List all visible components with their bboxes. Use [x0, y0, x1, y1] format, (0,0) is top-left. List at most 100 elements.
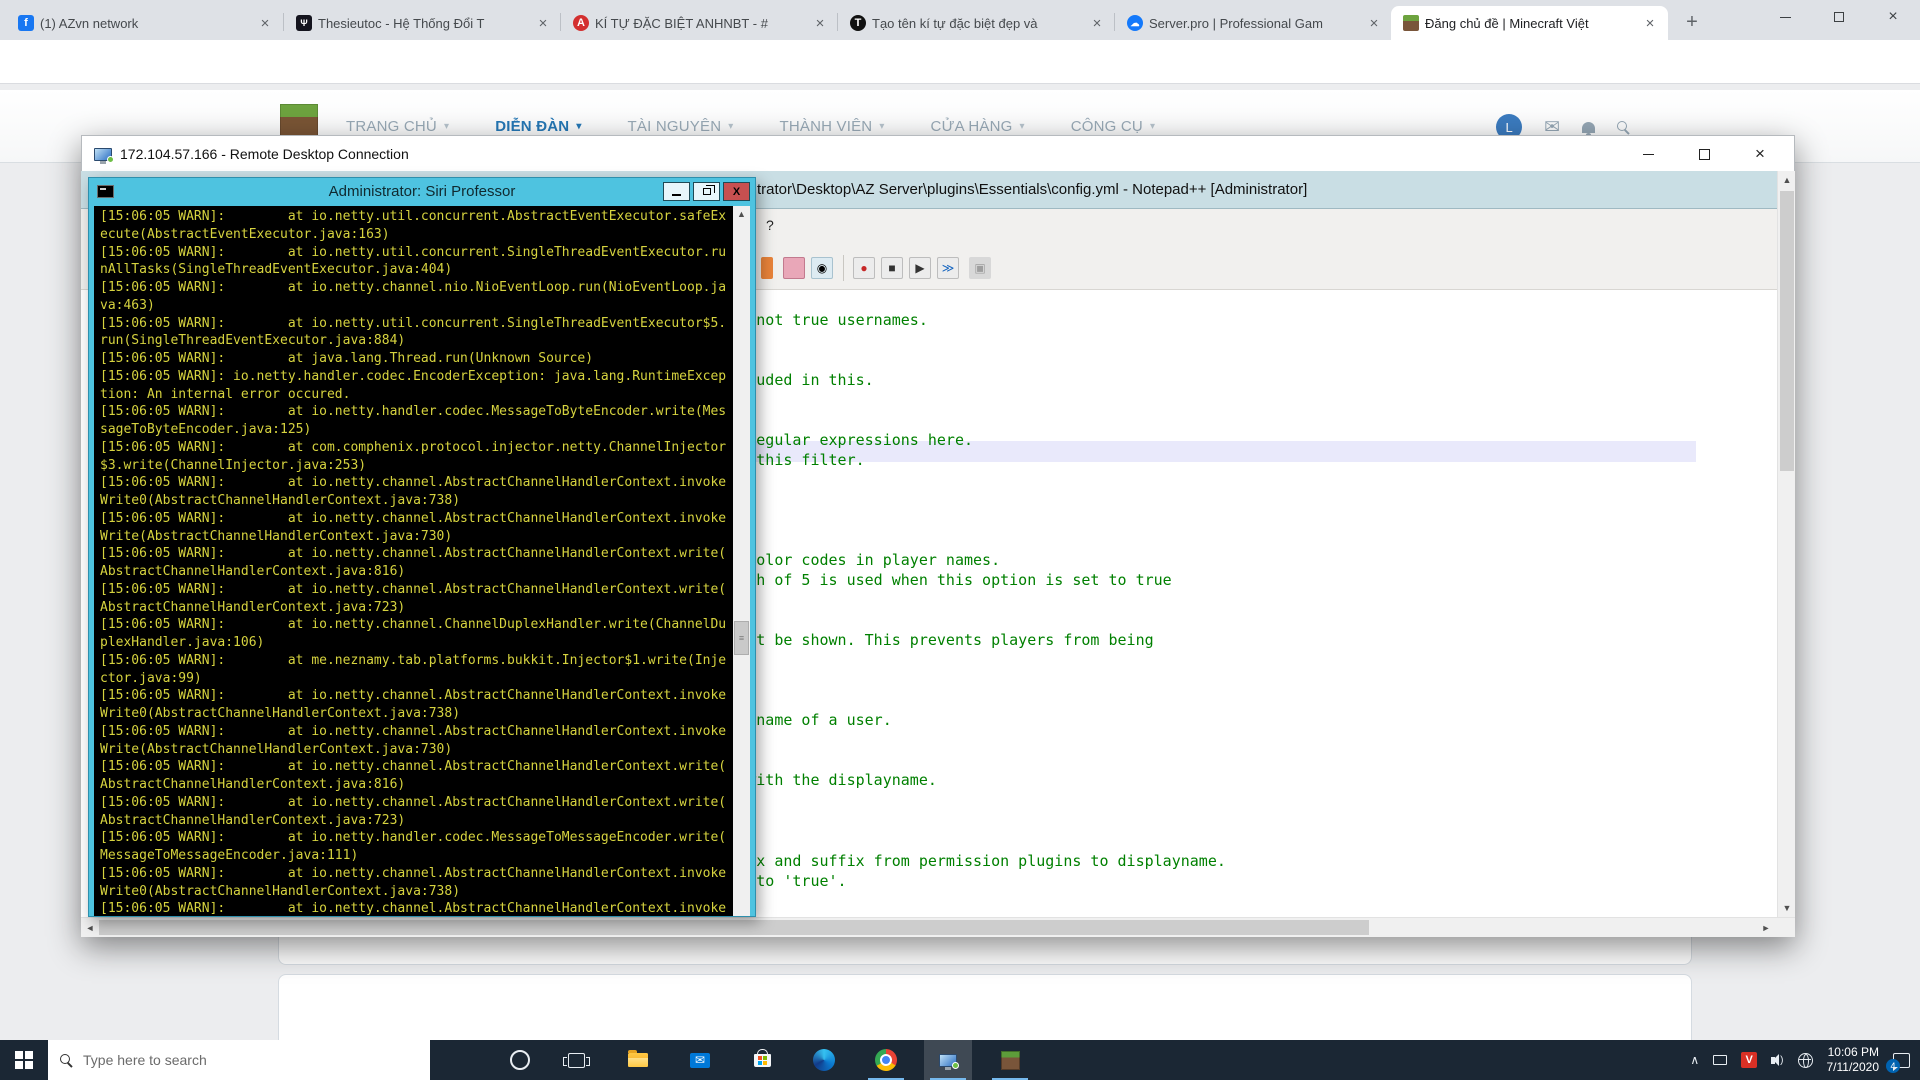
console-log-line: sageToByteEncoder.java:125)	[100, 421, 732, 439]
nav-dien-dan[interactable]: DIỄN ĐÀN▾	[495, 118, 581, 135]
browser-minimize-button[interactable]	[1758, 0, 1812, 34]
cortana-button[interactable]	[496, 1040, 544, 1080]
minecraft-block-icon	[1001, 1051, 1020, 1070]
console-log-line: AbstractChannelHandlerContext.java:816)	[100, 776, 732, 794]
tab-facebook[interactable]: f (1) AZvn network ×	[6, 6, 283, 40]
network-icon[interactable]	[1798, 1053, 1813, 1068]
nav-tai-nguyen[interactable]: TÀI NGUYÊN▾	[628, 118, 734, 135]
tab-close-icon[interactable]: ×	[812, 15, 828, 32]
task-view-button[interactable]	[552, 1040, 600, 1080]
console-restore-button[interactable]	[693, 182, 720, 201]
rdp-close-button[interactable]: ×	[1732, 136, 1788, 172]
nav-cua-hang[interactable]: CỬA HÀNG▾	[931, 118, 1025, 135]
tab-close-icon[interactable]: ×	[1642, 15, 1658, 32]
macro-play-icon[interactable]: ▶	[909, 257, 931, 279]
console-log-line: [15:06:05 WARN]: at io.netty.channel.nio…	[100, 279, 732, 297]
console-scroll-thumb[interactable]: ≡	[734, 621, 749, 655]
mail-button[interactable]: ✉	[676, 1040, 724, 1080]
rdp-maximize-button[interactable]	[1676, 136, 1732, 172]
tab-tao-ten[interactable]: T Tạo tên kí tự đặc biệt đẹp và ×	[838, 6, 1115, 40]
console-log-line: [15:06:05 WARN]: at io.netty.channel.Abs…	[100, 510, 732, 528]
thesieutoc-icon: Ψ	[296, 15, 312, 31]
search-icon	[60, 1054, 73, 1067]
tab-close-icon[interactable]: ×	[1366, 15, 1382, 32]
tab-anhnbt[interactable]: A KÍ TỰ ĐẶC BIỆT ANHNBT - # ×	[561, 6, 838, 40]
hidden-icons-chevron[interactable]: ∧	[1690, 1053, 1699, 1067]
device-icon[interactable]	[1713, 1055, 1727, 1065]
console-window: Administrator: Siri Professor X [15:06:0…	[88, 177, 756, 917]
tab-title: (1) AZvn network	[40, 16, 251, 31]
volume-icon[interactable]: )	[1771, 1054, 1783, 1066]
facebook-icon: f	[18, 15, 34, 31]
console-log-line: AbstractChannelHandlerContext.java:723)	[100, 599, 732, 617]
rdp-taskbar-button[interactable]	[924, 1040, 972, 1080]
console-log-line: [15:06:05 WARN]: at io.netty.channel.Abs…	[100, 474, 732, 492]
search-icon[interactable]	[1617, 121, 1630, 134]
unikey-vietnamese-icon[interactable]: V	[1741, 1052, 1757, 1068]
console-log-line: [15:06:05 WARN]: at io.netty.channel.Cha…	[100, 616, 732, 634]
rdp-icon	[94, 148, 112, 161]
chrome-button[interactable]	[862, 1040, 910, 1080]
console-log-line: $3.write(ChannelInjector.java:253)	[100, 457, 732, 475]
console-log-line: [15:06:05 WARN]: at io.netty.channel.Abs…	[100, 794, 732, 812]
console-log-line: [15:06:05 WARN]: at io.netty.util.concur…	[100, 315, 732, 333]
new-tab-button[interactable]: +	[1678, 8, 1706, 36]
tab-minecraftvn-active[interactable]: Đăng chủ đề | Minecraft Việt ×	[1391, 6, 1668, 40]
alerts-bell-icon[interactable]	[1582, 122, 1595, 133]
editor-card-bottom	[278, 937, 1692, 965]
macro-stop-icon[interactable]: ■	[881, 257, 903, 279]
scroll-left-icon[interactable]: ◄	[83, 918, 97, 938]
tab-close-icon[interactable]: ×	[257, 15, 273, 32]
console-log-line: Write0(AbstractChannelHandlerContext.jav…	[100, 492, 732, 510]
browser-maximize-button[interactable]	[1812, 0, 1866, 34]
scroll-down-icon[interactable]: ▼	[1778, 901, 1796, 915]
toolbar-separator	[843, 255, 844, 281]
chevron-down-icon: ▾	[576, 121, 581, 132]
rdp-vertical-scrollbar[interactable]: ▲ ▼	[1777, 171, 1795, 917]
scroll-right-icon[interactable]: ►	[1759, 918, 1773, 938]
rdp-title-bar[interactable]: 172.104.57.166 - Remote Desktop Connecti…	[82, 136, 1794, 172]
macro-record-icon[interactable]: ●	[853, 257, 875, 279]
horizontal-scroll-thumb[interactable]	[99, 920, 1369, 935]
console-title-text: Administrator: Siri Professor	[89, 183, 755, 200]
nav-cong-cu[interactable]: CÔNG CỤ▾	[1071, 118, 1155, 135]
console-log-line: [15:06:05 WARN]: at io.netty.handler.cod…	[100, 403, 732, 421]
serverpro-icon: ☁	[1127, 15, 1143, 31]
minecraft-icon	[1403, 15, 1419, 31]
scroll-up-icon[interactable]: ▲	[733, 206, 750, 222]
file-explorer-button[interactable]	[614, 1040, 662, 1080]
start-button[interactable]	[0, 1040, 48, 1080]
rdp-horizontal-scrollbar[interactable]: ◄ ►	[81, 917, 1795, 937]
view-eye-icon[interactable]: ◉	[811, 257, 833, 279]
rdp-minimize-button[interactable]	[1620, 136, 1676, 172]
console-log-line: [15:06:05 WARN]: at io.netty.channel.Abs…	[100, 758, 732, 776]
taskbar-search-box[interactable]: Type here to search	[48, 1040, 430, 1080]
scroll-up-icon[interactable]: ▲	[1778, 173, 1796, 187]
nav-thanh-vien[interactable]: THÀNH VIÊN▾	[779, 118, 884, 135]
console-log-line: [15:06:05 WARN]: at io.netty.channel.Abs…	[100, 545, 732, 563]
macro-run-multiple-icon[interactable]: ≫	[937, 257, 959, 279]
tab-close-icon[interactable]: ×	[535, 15, 551, 32]
tab-close-icon[interactable]: ×	[1089, 15, 1105, 32]
console-log-line: [15:06:05 WARN]: at io.netty.util.concur…	[100, 208, 732, 226]
console-title-bar[interactable]: Administrator: Siri Professor X	[89, 178, 755, 205]
toolbar-partial-icon[interactable]	[761, 257, 773, 279]
store-button[interactable]	[738, 1040, 786, 1080]
action-center-icon[interactable]: 4	[1893, 1053, 1910, 1068]
console-scrollbar[interactable]: ▲ ≡	[733, 206, 750, 916]
console-minimize-button[interactable]	[663, 182, 690, 201]
taskbar-clock[interactable]: 10:06 PM 7/11/2020	[1827, 1045, 1880, 1075]
nav-trang-chu[interactable]: TRANG CHỦ▾	[346, 118, 449, 135]
cmd-icon	[97, 185, 114, 198]
notepad-help-menu[interactable]: ?	[766, 217, 774, 233]
browser-close-button[interactable]: ×	[1866, 0, 1920, 34]
tab-serverpro[interactable]: ☁ Server.pro | Professional Gam ×	[1115, 6, 1392, 40]
tab-thesieutoc[interactable]: Ψ Thesieutoc - Hệ Thống Đổi T ×	[284, 6, 561, 40]
minecraft-launcher-button[interactable]	[986, 1040, 1034, 1080]
console-log-line: [15:06:05 WARN]: at io.netty.util.concur…	[100, 244, 732, 262]
vertical-scroll-thumb[interactable]	[1780, 191, 1794, 471]
edge-icon	[813, 1049, 835, 1071]
console-close-button[interactable]: X	[723, 182, 750, 201]
edge-button[interactable]	[800, 1040, 848, 1080]
open-folder-icon[interactable]	[783, 257, 805, 279]
